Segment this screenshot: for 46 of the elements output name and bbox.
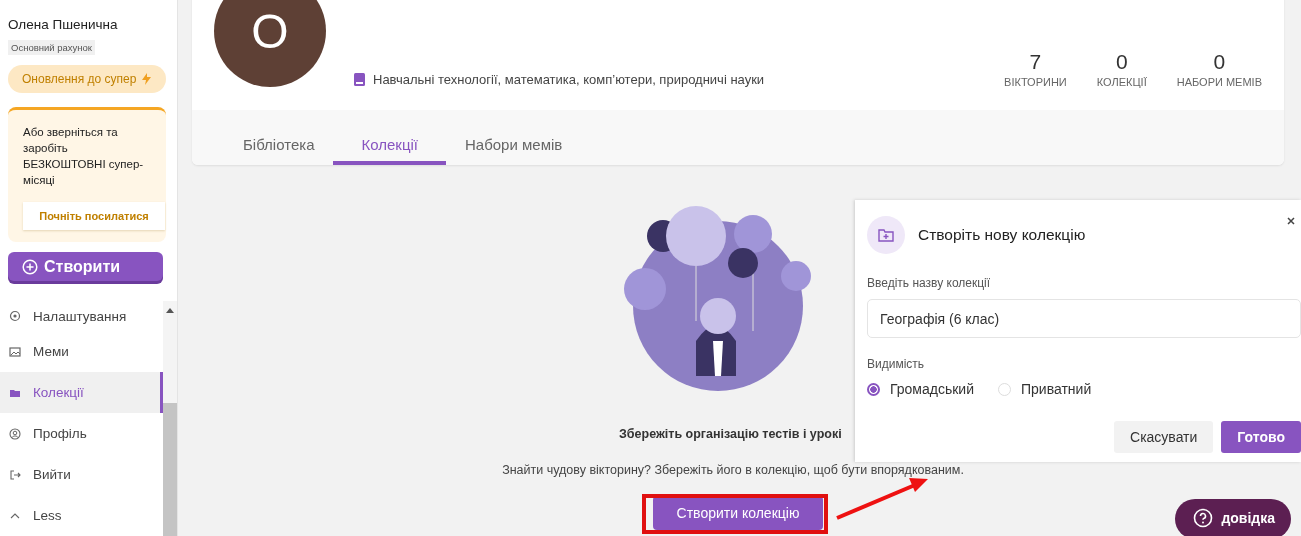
nav-item[interactable]: Less	[0, 495, 163, 536]
stat-value: 7	[1029, 50, 1042, 74]
scrollbar[interactable]	[163, 301, 177, 536]
radio-option[interactable]: Приватний	[998, 381, 1092, 397]
user-name: Олена Пшенична	[8, 17, 119, 32]
nav-item[interactable]: Меми	[0, 331, 163, 372]
stat-label: ВІКТОРИНИ	[1004, 76, 1067, 88]
nav-item[interactable]: Вийти	[0, 454, 163, 495]
profile-icon	[9, 427, 21, 440]
stat-label: КОЛЕКЦІЇ	[1096, 76, 1147, 88]
create-collection-button[interactable]: Створити колекцію	[652, 496, 824, 530]
folder-plus-icon	[867, 216, 905, 254]
close-button[interactable]	[1285, 215, 1297, 227]
field-label: Введіть назву колекції	[867, 276, 992, 290]
nav-item[interactable]: Налаштування	[0, 301, 163, 331]
scroll-up-icon[interactable]	[166, 307, 174, 313]
subjects-text: Навчальні технології, математика, комп’ютери, природничі науки	[373, 72, 765, 87]
tab[interactable]: Бібліотека	[224, 132, 334, 165]
nav-item[interactable]: Колекції	[0, 372, 163, 413]
lightning-icon	[142, 73, 152, 85]
nav-item[interactable]: Профіль	[0, 413, 163, 454]
radio-button[interactable]	[867, 382, 880, 396]
settings-icon	[9, 310, 21, 322]
plus-circle-icon	[22, 258, 38, 275]
empty-text: Знайти чудову вікторину? Збережіть його в колекцію, щоб бути впорядкованим.	[502, 463, 964, 477]
book-icon	[354, 73, 365, 86]
stat-value: 0	[1115, 50, 1128, 74]
help-button[interactable]: довідка	[1175, 499, 1291, 536]
logout-icon	[9, 468, 21, 481]
radio-option[interactable]: Громадський	[867, 381, 974, 397]
image-icon	[9, 345, 21, 358]
referral-text: Або зверніться та заробіть БЕЗКОШТОВНІ супер-місяці	[23, 125, 145, 188]
stat-label: НАБОРИ МЕМІВ	[1176, 76, 1262, 88]
empty-heading: Збережіть організацію тестів і урокі	[619, 427, 842, 441]
avatar: O	[214, 0, 326, 87]
stat-value: 0	[1213, 50, 1226, 74]
tab[interactable]: Набори мемів	[446, 132, 582, 165]
create-button[interactable]: Створити	[8, 252, 163, 281]
cancel-button[interactable]: Скасувати	[1114, 421, 1214, 453]
account-badge: Основний рахунок	[8, 40, 95, 55]
tab[interactable]: Колекції	[333, 132, 446, 165]
dialog-title: Створіть нову колекцію	[918, 226, 1087, 244]
help-icon	[1193, 508, 1214, 528]
collection-name-field[interactable]: Географія (6 клас)	[867, 299, 1301, 338]
field-label: Видимість	[867, 357, 926, 371]
done-button[interactable]: Готово	[1221, 421, 1301, 453]
